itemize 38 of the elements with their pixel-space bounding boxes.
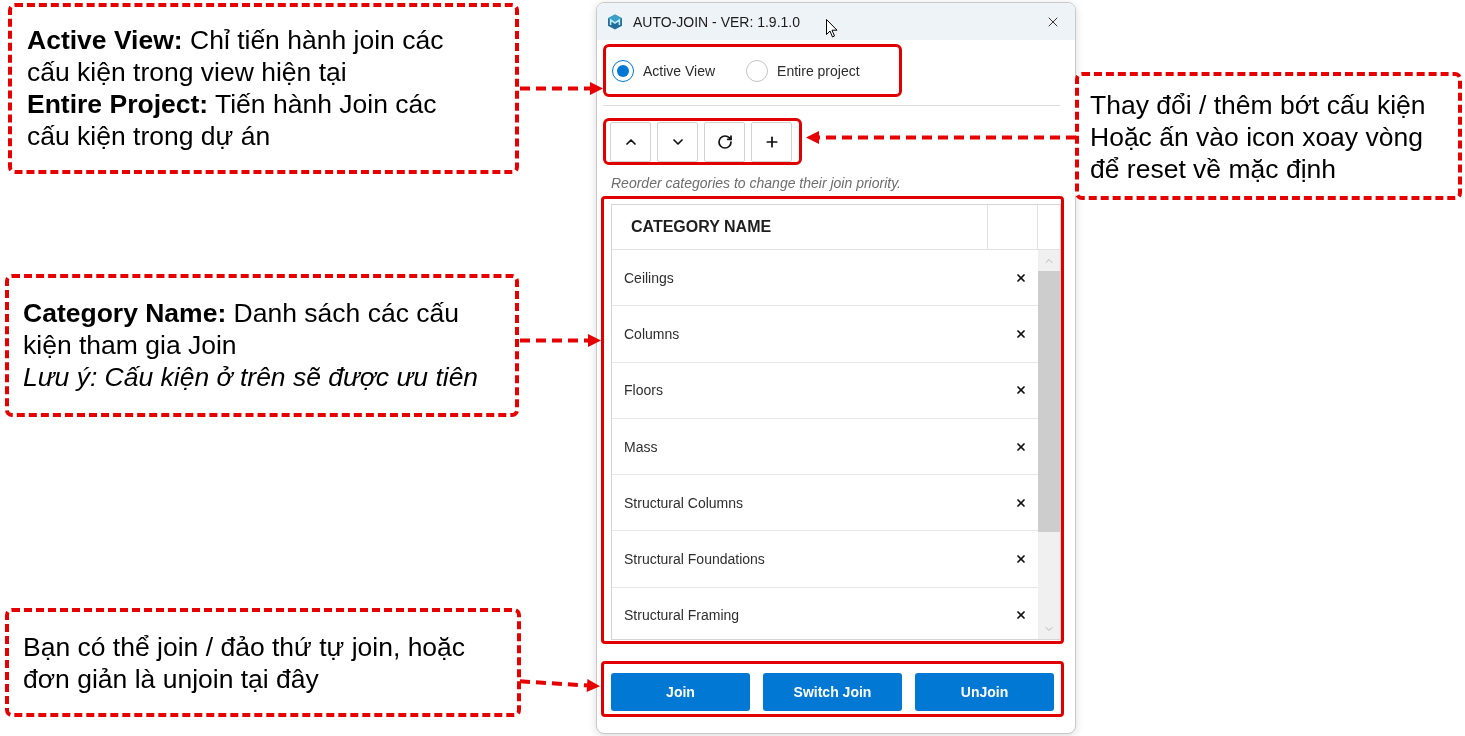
table-cell: Columns xyxy=(624,325,680,342)
action-button[interactable]: Join xyxy=(611,673,750,711)
close-icon[interactable] xyxy=(1015,496,1027,509)
table-cell: Ceilings xyxy=(624,269,674,286)
close-icon[interactable] xyxy=(1015,553,1027,566)
table-cell: Structural Framing xyxy=(624,607,740,624)
close-icon[interactable] xyxy=(1015,271,1027,284)
callout-text: Bạn có thể join / đảo thứ tự join, hoặc đơn giản là unjoin tại đây xyxy=(23,631,467,695)
close-icon[interactable] xyxy=(1015,327,1027,340)
callout-text: Category Name: Danh sách các cấu kiện tham gia Join xyxy=(23,297,460,361)
window-title: AUTO-JOIN - VER: 1.9.1.0 xyxy=(633,13,800,30)
hint-text: Reorder categories to change their join priority. xyxy=(611,174,901,193)
callout-text: Thay đổi / thêm bớt cấu kiện xyxy=(1090,89,1426,121)
add-button[interactable] xyxy=(751,121,792,162)
reset-button[interactable] xyxy=(704,121,745,162)
radio-label[interactable]: Entire project xyxy=(777,62,860,79)
column-header: CATEGORY NAME xyxy=(631,218,772,236)
close-icon[interactable] xyxy=(1015,609,1027,622)
callout-text: Entire Project: Tiến hành Join các cấu kiện trong dự án xyxy=(27,88,438,152)
table-cell: Floors xyxy=(624,382,663,399)
scrollbar-thumb[interactable] xyxy=(1038,271,1060,532)
action-button[interactable]: Switch Join xyxy=(763,673,902,711)
action-button[interactable]: UnJoin xyxy=(915,673,1054,711)
table-cell: Structural Columns xyxy=(624,494,744,511)
close-icon[interactable] xyxy=(1015,384,1027,397)
mouse-cursor-icon xyxy=(826,19,838,38)
scrollbar[interactable] xyxy=(1038,250,1060,639)
table-cell: Mass xyxy=(624,438,658,455)
rotate-icon xyxy=(716,133,733,150)
radio-button[interactable] xyxy=(612,59,634,82)
callout-text: Lưu ý: Cấu kiện ở trên sẽ được ưu tiên xyxy=(23,361,479,393)
radio-button[interactable] xyxy=(746,59,769,82)
close-icon[interactable] xyxy=(1015,440,1027,453)
app-logo-icon xyxy=(607,13,623,30)
callout-text: Hoặc ấn vào icon xoay vòng để reset về mặc định xyxy=(1090,121,1424,185)
radio-label[interactable]: Active View xyxy=(643,62,716,79)
callout-text: Active View: Chỉ tiến hành join các cấu kiện trong view hiện tại xyxy=(27,24,445,88)
table-cell: Structural Foundations xyxy=(624,551,765,568)
